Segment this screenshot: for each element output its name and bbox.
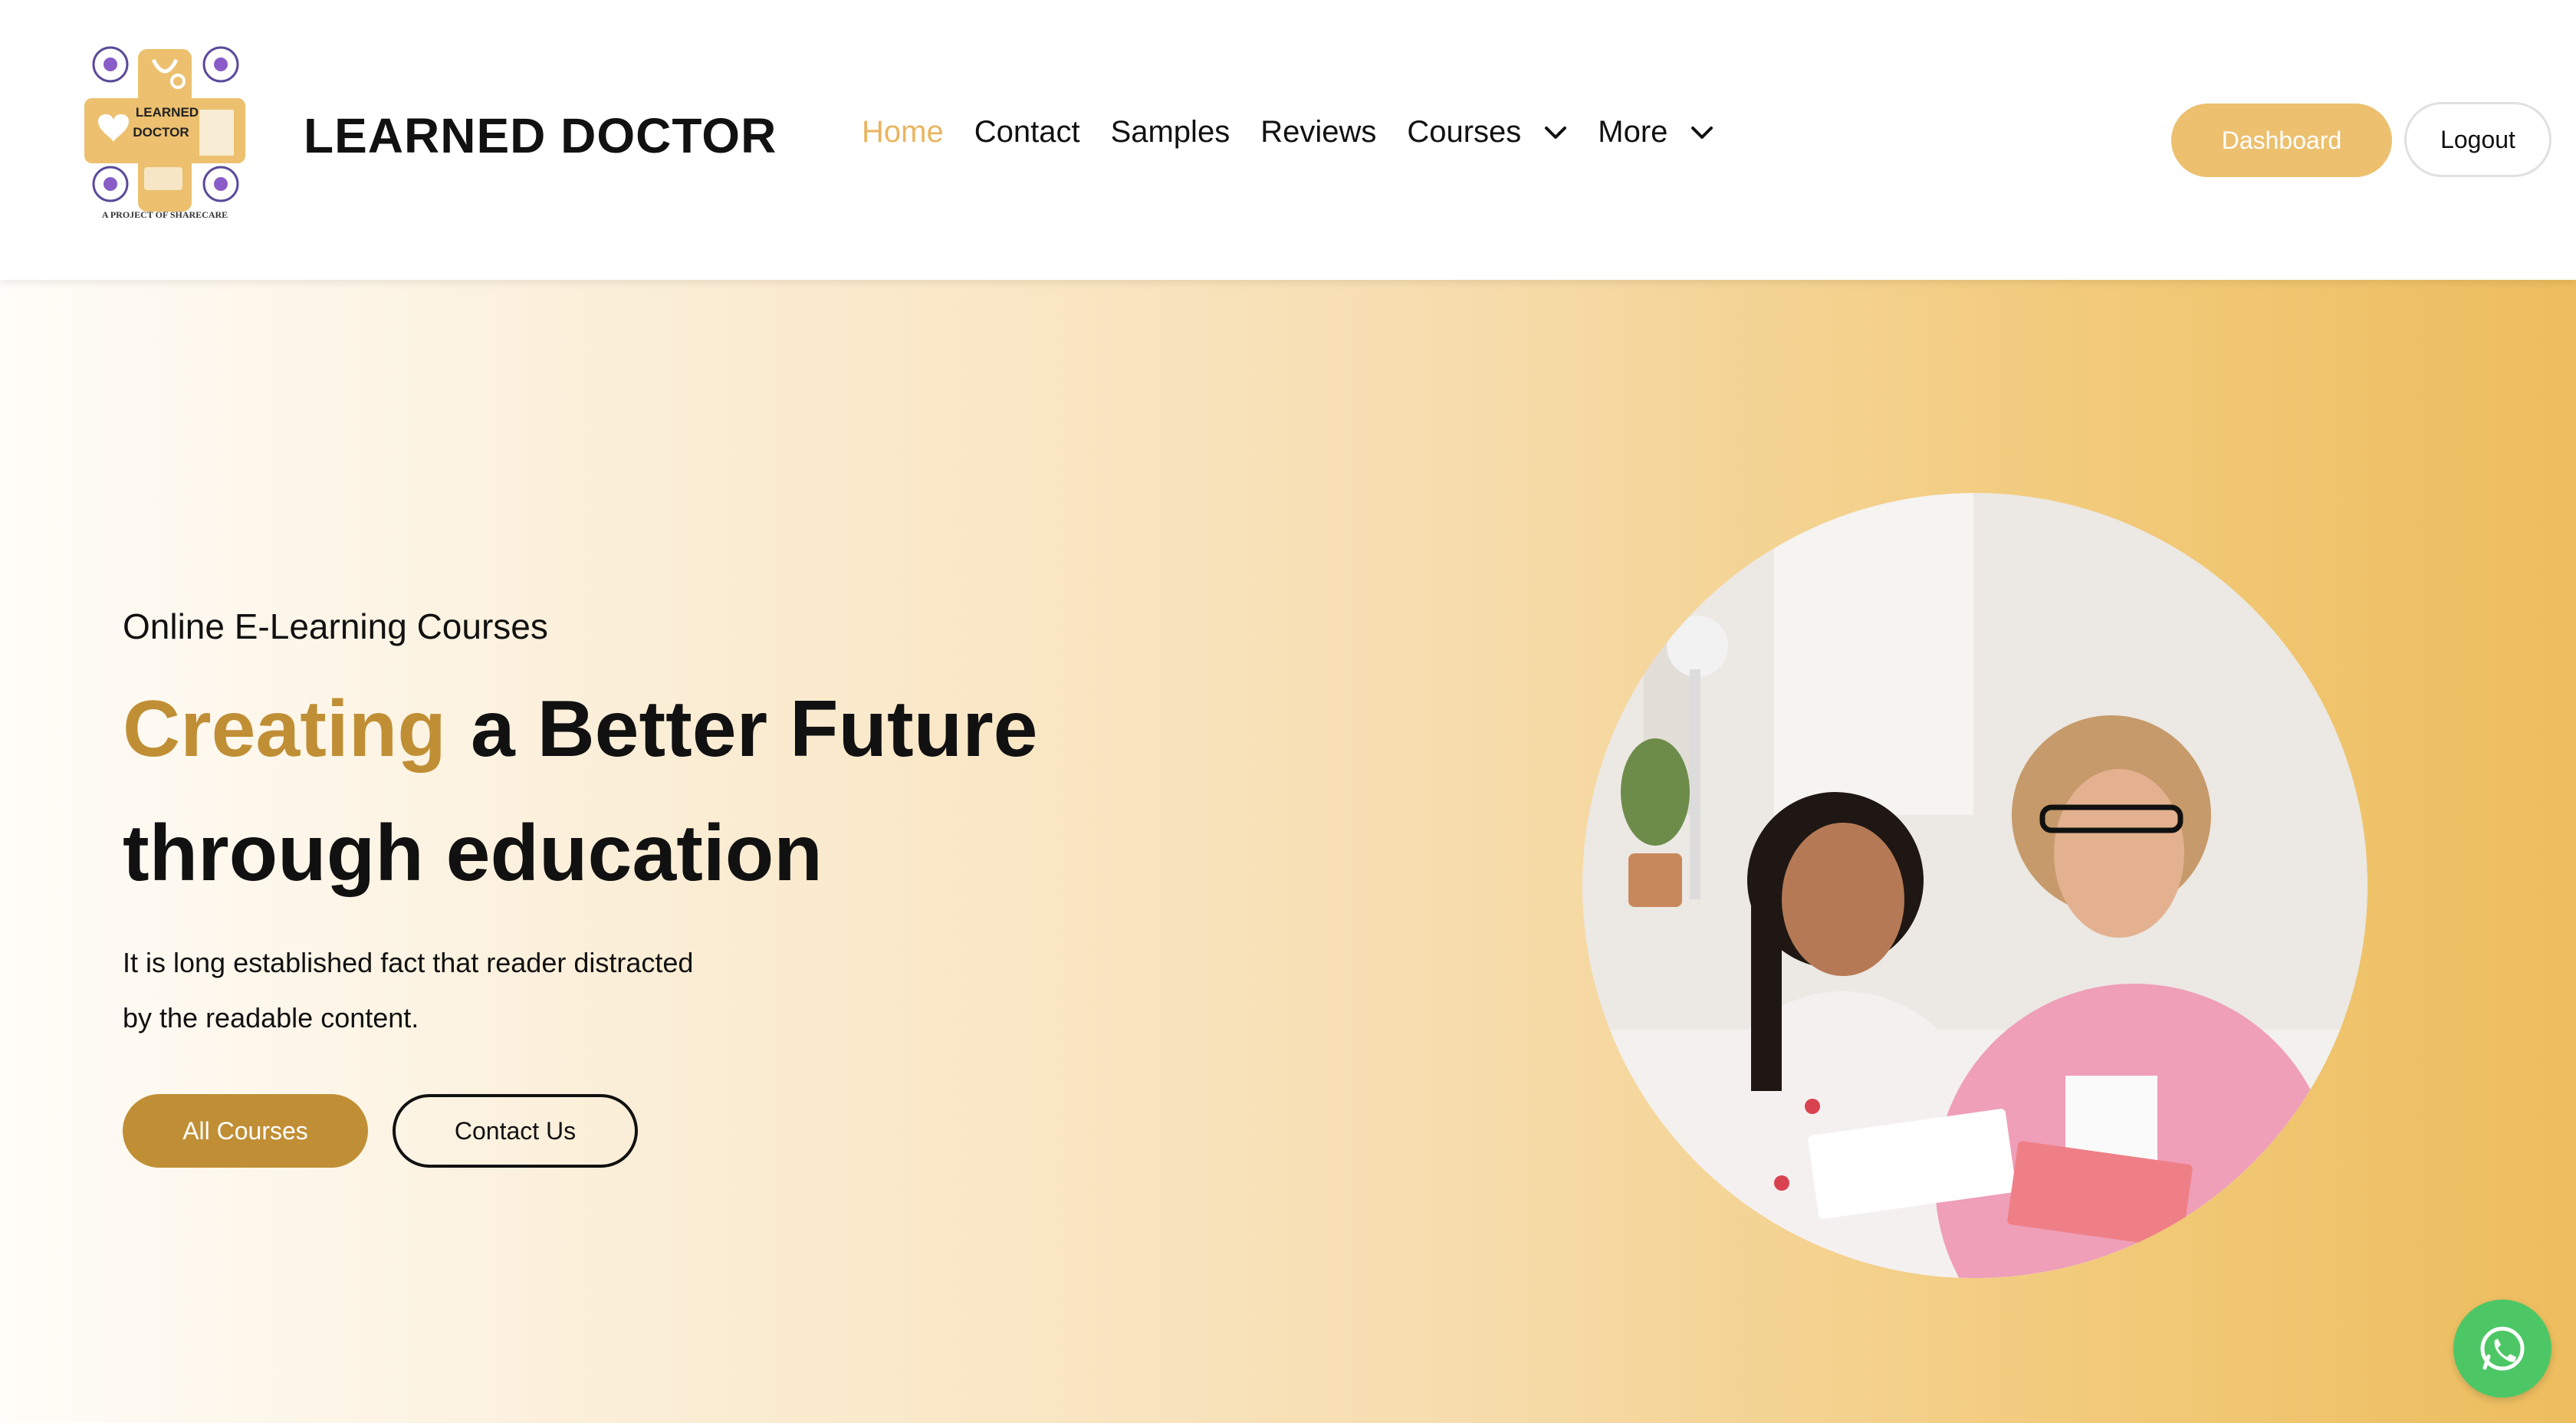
site-header: LEARNED DOCTOR A PROJECT OF SHARECARE LE… — [0, 0, 2576, 280]
hero-eyebrow: Online E-Learning Courses — [123, 606, 548, 646]
brand-name[interactable]: LEARNED DOCTOR — [304, 107, 777, 164]
description-line2: by the readable content. — [123, 1002, 419, 1034]
nav-courses-dropdown[interactable]: Courses — [1407, 115, 1567, 150]
nav-samples[interactable]: Samples — [1111, 115, 1230, 150]
logo-text-line1: LEARNED — [136, 105, 199, 120]
dashboard-button[interactable]: Dashboard — [2171, 104, 2392, 177]
nav-contact-label: Contact — [974, 115, 1080, 149]
nav-samples-label: Samples — [1110, 115, 1230, 149]
chevron-down-icon — [1545, 126, 1567, 139]
whatsapp-button[interactable] — [2453, 1300, 2551, 1398]
logo-tagline: A PROJECT OF SHARECARE — [102, 209, 228, 220]
contact-us-button[interactable]: Contact Us — [393, 1094, 638, 1168]
chevron-down-icon — [1691, 126, 1714, 139]
all-courses-button[interactable]: All Courses — [123, 1094, 368, 1168]
headline-accent: Creating — [123, 685, 446, 774]
headline-line2: through education — [123, 809, 823, 898]
nav-more-label: More — [1598, 115, 1668, 149]
whatsapp-icon — [2480, 1326, 2525, 1371]
nav-reviews-label: Reviews — [1260, 115, 1377, 149]
nav-contact[interactable]: Contact — [974, 115, 1080, 150]
logout-button[interactable]: Logout — [2404, 102, 2551, 177]
nav-home[interactable]: Home — [862, 115, 944, 150]
headline-line1-rest: a Better Future — [470, 685, 1038, 774]
hero-description: It is long established fact that reader … — [123, 935, 736, 1046]
nav-courses-label: Courses — [1407, 115, 1522, 149]
hero-section: Online E-Learning Courses Creating a Bett… — [0, 280, 2576, 1423]
hero-photo — [1582, 493, 2367, 1278]
description-line1: It is long established fact that reader … — [123, 947, 694, 978]
logo-text-line2: DOCTOR — [133, 125, 189, 140]
nav-home-label: Home — [862, 115, 944, 149]
hero-headline: Creating a Better Future through educatio… — [123, 667, 1038, 915]
brand-logo[interactable]: LEARNED DOCTOR A PROJECT OF SHARECARE — [84, 44, 245, 221]
photo-illustration — [1582, 493, 2367, 1278]
logo-graphic: LEARNED DOCTOR A PROJECT OF SHARECARE — [84, 46, 245, 220]
nav-more-dropdown[interactable]: More — [1598, 115, 1714, 150]
nav-reviews[interactable]: Reviews — [1260, 115, 1376, 150]
main-nav: Home Contact Samples Reviews Courses Mor… — [862, 115, 1744, 150]
